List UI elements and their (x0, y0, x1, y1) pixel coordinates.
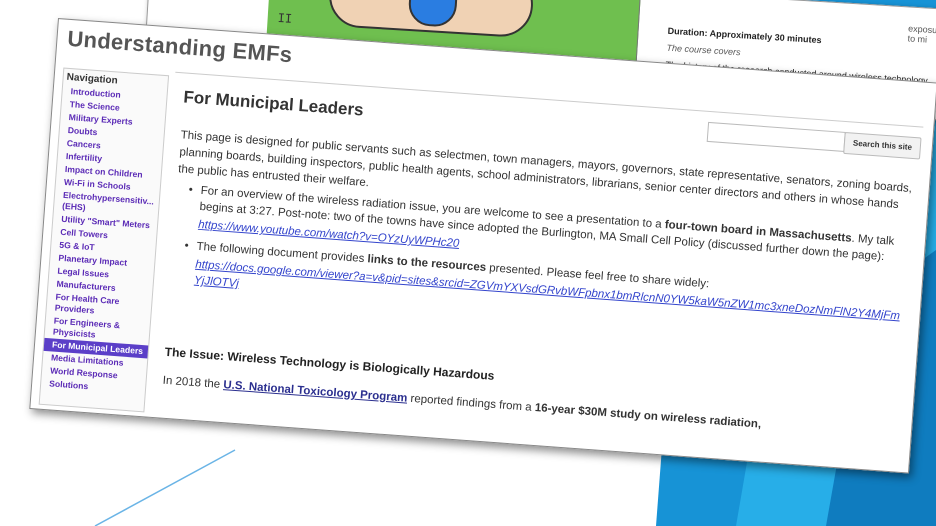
issue-heading: The Issue: Wireless Technology is Biolog… (164, 344, 495, 383)
website-screenshot: Understanding EMFs Navigation Introducti… (29, 18, 936, 474)
ntp-link[interactable]: U.S. National Toxicology Program (223, 379, 408, 404)
search-input[interactable] (706, 121, 846, 152)
para2-bold: 16-year $30M study on wireless radiation… (534, 401, 762, 431)
site-title[interactable]: Understanding EMFs (67, 26, 294, 68)
para2-text-2: reported findings from a (410, 392, 533, 414)
ntp-paragraph: In 2018 the U.S. National Toxicology Pro… (162, 375, 901, 441)
page-title: For Municipal Leaders (182, 87, 365, 120)
nav-list: Introduction The Science Military Experts D… (41, 85, 167, 398)
main-content: For Municipal Leaders Search this site T… (150, 71, 924, 467)
search-button[interactable]: Search this site (843, 131, 922, 160)
thumbnail-label: II (277, 10, 293, 26)
para2-text: In 2018 the (162, 374, 221, 391)
course-edge-text: exposure to mi (907, 23, 936, 45)
navigation-sidebar: Navigation Introduction The Science Milita… (38, 67, 170, 413)
